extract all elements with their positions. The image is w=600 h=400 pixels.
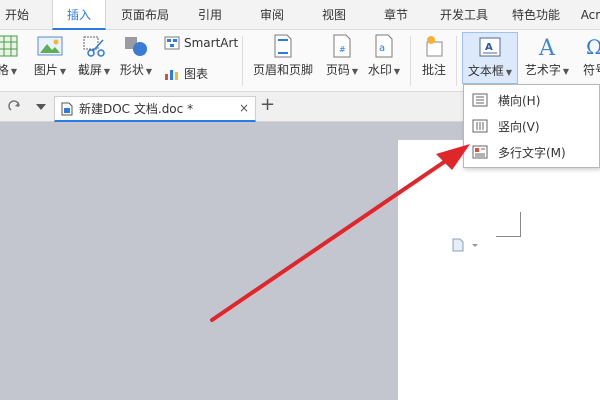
annotation-arrow <box>210 144 470 322</box>
